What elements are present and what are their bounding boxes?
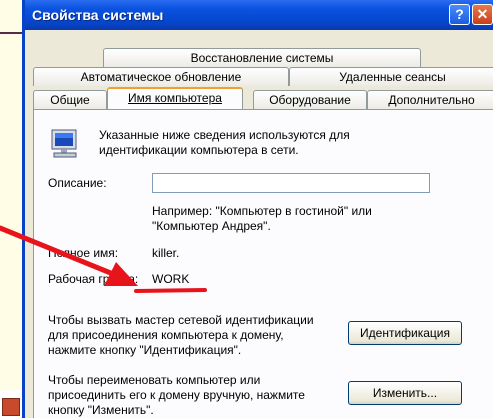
example-line1: Например: "Компьютер в гостиной" или bbox=[152, 204, 372, 218]
title-bar[interactable]: Свойства системы ? ✕ bbox=[25, 0, 493, 30]
identify-button[interactable]: Идентификация bbox=[348, 321, 462, 345]
fullname-value: killer. bbox=[152, 246, 180, 260]
rename-text-line3: кнопку "Изменить". bbox=[48, 403, 154, 417]
wizard-text-line1: Чтобы вызвать мастер сетевой идентификац… bbox=[48, 313, 314, 327]
wizard-text-line2: для присоединения компьютера к домену, bbox=[48, 328, 284, 342]
change-button[interactable]: Изменить... bbox=[348, 381, 462, 405]
computer-icon bbox=[51, 129, 77, 158]
rename-text-line2: присоединить его к домену вручную, нажми… bbox=[48, 388, 305, 402]
background-divider bbox=[0, 32, 22, 34]
rename-text-line1: Чтобы переименовать компьютер или bbox=[48, 373, 261, 387]
help-button[interactable]: ? bbox=[449, 4, 470, 25]
wizard-text-line3: нажмите кнопку "Идентификация". bbox=[48, 343, 242, 357]
intro-text-line1: Указанные ниже сведения используются для bbox=[99, 128, 350, 142]
description-label: Описание: bbox=[48, 176, 107, 190]
intro-text-line2: идентификации компьютера в сети. bbox=[99, 143, 299, 157]
tab-general[interactable]: Общие bbox=[33, 90, 107, 109]
background-desktop bbox=[0, 0, 22, 418]
fullname-label: Полное имя: bbox=[48, 246, 119, 260]
tab-hardware[interactable]: Оборудование bbox=[253, 90, 367, 109]
workgroup-value: WORK bbox=[152, 272, 190, 286]
taskbar-button[interactable] bbox=[2, 398, 20, 416]
tab-computer-name[interactable]: Имя компьютера bbox=[107, 87, 243, 109]
description-input[interactable] bbox=[152, 173, 430, 193]
tab-advanced[interactable]: Дополнительно bbox=[367, 90, 493, 109]
tab-system-restore[interactable]: Восстановление системы bbox=[103, 48, 421, 67]
window-title: Свойства системы bbox=[32, 7, 164, 23]
tab-computer-name-label: Имя компьютера bbox=[128, 91, 222, 105]
example-line2: "Компьютер Андрея". bbox=[152, 219, 271, 233]
close-button[interactable]: ✕ bbox=[472, 4, 493, 25]
tab-automatic-updates[interactable]: Автоматическое обновление bbox=[33, 67, 289, 86]
system-properties-window: Свойства системы ? ✕ Восстановление сист… bbox=[22, 0, 493, 418]
computer-name-panel: Указанные ниже сведения используются для… bbox=[33, 109, 493, 418]
workgroup-label: Рабочая группа: bbox=[48, 272, 139, 286]
tab-remote-sessions[interactable]: Удаленные сеансы bbox=[289, 67, 493, 86]
